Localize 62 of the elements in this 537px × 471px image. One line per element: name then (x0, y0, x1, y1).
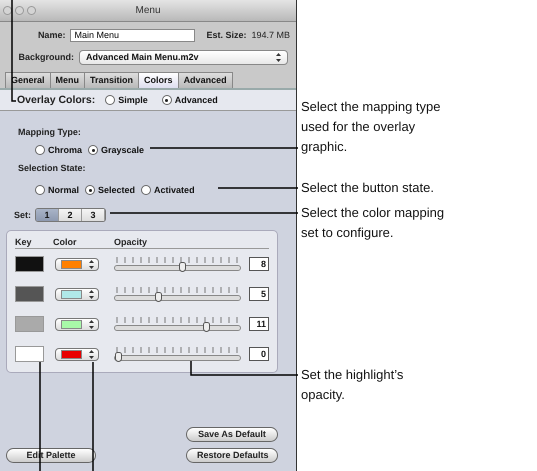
set-segment[interactable]: 2 (59, 209, 82, 221)
radio-option[interactable]: Normal (35, 184, 80, 196)
color-dropdown[interactable] (54, 318, 100, 330)
callout-text: Select the button state. (301, 179, 434, 197)
callout-text: Select the mapping type used for the overlay graphic. (301, 98, 440, 156)
slider-thumb[interactable] (155, 292, 162, 302)
opacity-slider[interactable] (114, 287, 242, 301)
save-as-default-button[interactable]: Save As Default (186, 427, 278, 442)
tab[interactable]: Colors (138, 72, 179, 88)
updown-arrows-icon (89, 290, 94, 298)
column-header: Opacity (114, 236, 148, 248)
opacity-value: 0 (249, 347, 269, 361)
opacity-value: 8 (249, 257, 269, 271)
restore-defaults-button[interactable]: Restore Defaults (186, 448, 278, 463)
radio-option[interactable]: Advanced (162, 94, 218, 106)
set-label: Set: (14, 209, 32, 221)
est-size-value: 194.7 MB (251, 30, 290, 40)
radio-icon[interactable] (88, 145, 98, 155)
set-segment[interactable]: 1 (36, 209, 60, 221)
window-title: Menu (135, 5, 160, 16)
radio-option[interactable]: Chroma (35, 144, 82, 156)
updown-arrows-icon (89, 350, 94, 358)
set-segment[interactable]: 3 (82, 209, 106, 221)
radio-option[interactable]: Activated (141, 184, 195, 196)
opacity-slider[interactable] (114, 317, 242, 331)
overlay-colors-label: Overlay Colors: (17, 94, 96, 106)
radio-option[interactable]: Grayscale (88, 144, 144, 156)
tab[interactable]: Transition (84, 72, 140, 88)
name-field[interactable]: Main Menu (70, 28, 196, 42)
background-label: Background: (17, 51, 74, 63)
selection-state-label: Selection State: (18, 162, 87, 174)
callout-text: Set the highlight’s opacity. (301, 366, 404, 404)
slider-thumb[interactable] (203, 322, 210, 332)
opacity-slider[interactable] (114, 257, 242, 271)
slider-thumb[interactable] (115, 352, 122, 362)
column-header: Color (53, 236, 78, 248)
color-dropdown[interactable] (54, 288, 100, 300)
radio-icon[interactable] (35, 145, 45, 155)
opacity-slider[interactable] (114, 347, 242, 361)
updown-arrows-icon (89, 260, 94, 268)
radio-icon[interactable] (35, 185, 45, 195)
color-dropdown[interactable] (54, 258, 100, 270)
radio-icon[interactable] (141, 185, 152, 195)
opacity-value: 5 (249, 287, 269, 301)
callout-text: Select the color mapping set to configure. (301, 204, 444, 242)
slider-thumb[interactable] (179, 262, 186, 272)
opacity-value: 11 (249, 317, 269, 331)
background-dropdown[interactable]: Advanced Main Menu.m2v (79, 50, 288, 64)
radio-icon[interactable] (85, 185, 96, 195)
radio-icon[interactable] (162, 95, 172, 105)
mapping-type-label: Mapping Type: (18, 126, 82, 138)
column-header: Key (15, 236, 33, 248)
radio-icon[interactable] (105, 95, 116, 105)
color-dropdown[interactable] (54, 348, 100, 360)
radio-option[interactable]: Simple (105, 94, 148, 106)
tab[interactable]: Menu (50, 72, 86, 88)
radio-option[interactable]: Selected (85, 184, 136, 196)
updown-arrows-icon (89, 320, 94, 328)
updown-arrows-icon (276, 52, 281, 62)
tab[interactable]: Advanced (178, 72, 233, 88)
name-label: Name: (36, 29, 66, 41)
est-size-label: Est. Size: (206, 29, 246, 41)
